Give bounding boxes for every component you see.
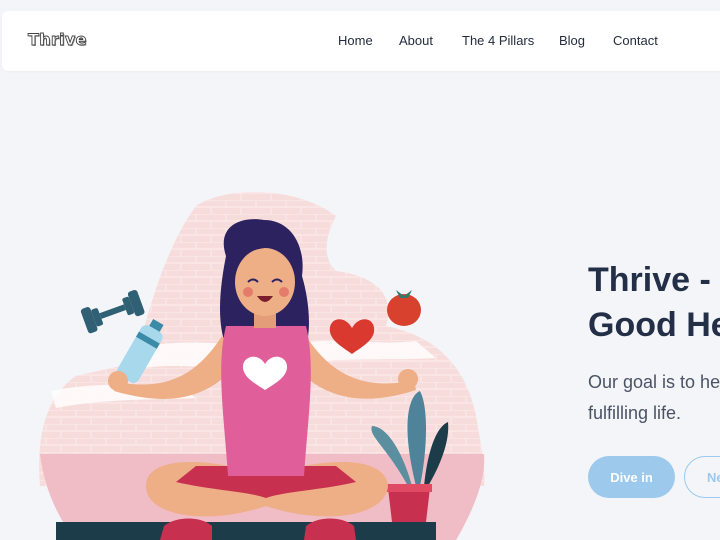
secondary-cta-button[interactable]: Ne (684, 456, 720, 498)
nav-contact[interactable]: Contact (613, 33, 658, 48)
hero-subtitle: Our goal is to he fulfilling life. (588, 367, 720, 429)
nav-links: Home About The 4 Pillars Blog Contact (2, 33, 720, 53)
hero-title: Thrive - Good He (588, 258, 720, 348)
yoga-mat (56, 522, 436, 540)
hero-subtitle-line2: fulfilling life. (588, 403, 682, 423)
dumbbell-icon (80, 289, 145, 334)
nav-home[interactable]: Home (338, 33, 373, 48)
hero-title-line1: Thrive - (588, 261, 711, 299)
hero-subtitle-line1: Our goal is to he (588, 372, 720, 392)
apple-icon (387, 290, 421, 326)
hero-title-line2: Good He (588, 306, 720, 344)
navbar: Thrive Home About The 4 Pillars Blog Con… (2, 11, 720, 71)
hero-illustration (39, 192, 485, 540)
dive-in-button[interactable]: Dive in (588, 456, 675, 498)
nav-about[interactable]: About (399, 33, 433, 48)
nav-blog[interactable]: Blog (559, 33, 585, 48)
nav-the-4-pillars[interactable]: The 4 Pillars (462, 33, 534, 48)
